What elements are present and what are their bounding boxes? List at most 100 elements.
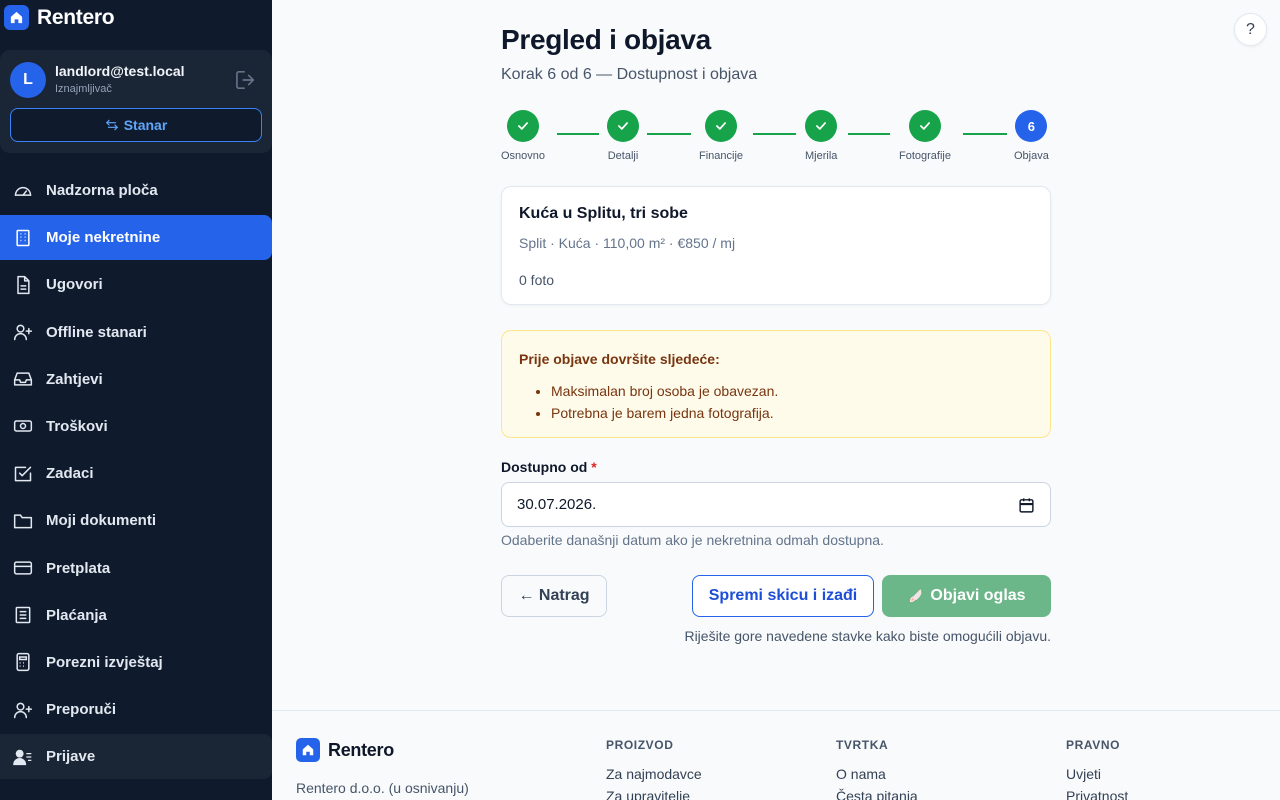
user-role: Iznajmljivač: [55, 83, 112, 95]
user-email: landlord@test.local: [55, 63, 185, 79]
home-icon: [4, 5, 29, 30]
wizard-stepper: Osnovno Detalji Financije Mjerila Fotogr…: [501, 110, 1051, 166]
sidebar-item-contracts[interactable]: Ugovori: [0, 262, 272, 307]
sidebar-item-label: Ugovori: [46, 276, 103, 294]
warning-title: Prije objave dovršite sljedeće:: [519, 351, 720, 367]
dashboard-icon: [14, 186, 32, 196]
page-title: Pregled i objava: [501, 24, 711, 55]
step-label: Fotografije: [899, 150, 951, 162]
sidebar-item-applications[interactable]: Prijave: [0, 734, 272, 780]
sidebar-item-dashboard[interactable]: Nadzorna ploča: [0, 168, 272, 213]
sidebar-item-offline-tenants[interactable]: Offline stanari: [0, 310, 272, 355]
calendar-icon[interactable]: [1018, 497, 1035, 519]
sidebar-item-label: Zahtjevi: [46, 370, 103, 388]
step-label: Objava: [1014, 150, 1049, 162]
footer-link[interactable]: Uvjeti: [1066, 766, 1128, 782]
warning-item: Potrebna je barem jedna fotografija.: [551, 402, 778, 424]
folder-icon: [13, 514, 33, 529]
sidebar-item-tax-report[interactable]: Porezni izvještaj: [0, 640, 272, 685]
footer-column-title: PROIZVOD: [606, 738, 674, 752]
sidebar-item-expenses[interactable]: Troškovi: [0, 404, 272, 449]
listing-title: Kuća u Splitu, tri sobe: [519, 205, 688, 222]
switch-role-label: Stanar: [123, 117, 168, 133]
footer-column-title: PRAVNO: [1066, 738, 1121, 752]
footer: Rentero Rentero d.o.o. (u osnivanju) PRO…: [272, 710, 1280, 800]
available-from-label-text: Dostupno od: [501, 459, 588, 475]
back-button[interactable]: ← Natrag: [501, 575, 607, 617]
sidebar-item-documents[interactable]: Moji dokumenti: [0, 498, 272, 543]
publish-button-label: Objavi oglas: [930, 587, 1026, 604]
check-icon: [705, 110, 738, 142]
sidebar-item-label: Porezni izvještaj: [46, 653, 163, 671]
sidebar-item-requests[interactable]: Zahtjevi: [0, 357, 272, 402]
footer-column-product: PROIZVOD Za najmodavce Za upravitelje: [606, 738, 702, 800]
step-connector: [963, 133, 1007, 135]
footer-link[interactable]: Česta pitanja: [836, 788, 918, 800]
step-details[interactable]: Detalji: [607, 110, 639, 162]
switch-role-button[interactable]: Stanar: [10, 108, 262, 142]
step-measures[interactable]: Mjerila: [805, 110, 837, 162]
warning-list: Maksimalan broj osoba je obavezan. Potre…: [551, 380, 778, 424]
sidebar: Rentero L landlord@test.local Iznajmljiv…: [0, 0, 272, 800]
save-draft-button[interactable]: Spremi skicu i izađi: [692, 575, 874, 617]
step-label: Detalji: [607, 150, 639, 162]
step-connector: [753, 133, 796, 135]
required-mark: *: [591, 459, 597, 475]
publish-hint: Riješite gore navedene stavke kako biste…: [684, 628, 1051, 644]
swap-icon: [105, 119, 118, 131]
check-icon: [607, 110, 639, 142]
sidebar-item-label: Prijave: [46, 748, 96, 766]
available-from-label: Dostupno od *: [501, 459, 597, 475]
sidebar-item-subscription[interactable]: Pretplata: [0, 546, 272, 591]
check-icon: [908, 110, 941, 142]
step-label: Financije: [699, 150, 744, 162]
sidebar-item-label: Moji dokumenti: [46, 512, 156, 530]
publish-warning: Prije objave dovršite sljedeće: Maksimal…: [501, 330, 1051, 438]
sidebar-item-tasks[interactable]: Zadaci: [0, 451, 272, 496]
step-publish[interactable]: 6 Objava: [1014, 110, 1049, 162]
publish-button[interactable]: Objavi oglas: [882, 575, 1051, 617]
footer-link[interactable]: Za najmodavce: [606, 766, 702, 782]
footer-brand[interactable]: Rentero: [296, 738, 394, 762]
sidebar-item-label: Offline stanari: [46, 323, 147, 341]
sidebar-item-label: Preporuči: [46, 701, 117, 719]
footer-link[interactable]: O nama: [836, 766, 918, 782]
listing-meta: Split · Kuća · 110,00 m² · €850 / mj: [519, 235, 736, 251]
check-icon: [805, 110, 838, 142]
sidebar-item-payments[interactable]: Plaćanja: [0, 593, 272, 638]
footer-column-legal: PRAVNO Uvjeti Privatnost: [1066, 738, 1128, 800]
warning-item: Maksimalan broj osoba je obavezan.: [551, 380, 778, 402]
brand-name: Rentero: [37, 5, 115, 29]
footer-column-company: TVRTKA O nama Česta pitanja: [836, 738, 918, 800]
brand[interactable]: Rentero: [4, 5, 115, 30]
footer-company: Rentero d.o.o. (u osnivanju): [296, 780, 469, 796]
footer-link[interactable]: Privatnost: [1066, 788, 1128, 800]
available-from-hint: Odaberite današnji datum ako je nekretni…: [501, 532, 884, 548]
step-finances[interactable]: Financije: [699, 110, 743, 162]
banknote-icon: [13, 420, 33, 433]
sidebar-item-label: Moje nekretnine: [46, 229, 161, 247]
step-photos[interactable]: Fotografije: [899, 110, 951, 162]
logout-icon[interactable]: [235, 70, 257, 90]
user-plus-icon: [13, 324, 33, 341]
avatar: L: [10, 62, 46, 98]
step-connector: [848, 133, 890, 135]
check-icon: [507, 110, 540, 142]
sidebar-nav: Nadzorna ploča Moje nekretnine Ugovori O…: [0, 168, 272, 781]
sidebar-item-referral[interactable]: Preporuči: [0, 687, 272, 732]
available-from-input[interactable]: 30.07.2026.: [501, 482, 1051, 527]
footer-link[interactable]: Za upravitelje: [606, 788, 702, 800]
receipt-icon: [15, 606, 31, 624]
sidebar-item-label: Pretplata: [46, 559, 111, 577]
checkbox-icon: [14, 466, 32, 482]
building-icon: [16, 229, 30, 246]
page-subtitle: Korak 6 od 6 — Dostupnost i objava: [501, 66, 758, 83]
listing-summary-card: Kuća u Splitu, tri sobe Split · Kuća · 1…: [501, 186, 1051, 305]
step-connector: [557, 133, 599, 135]
sidebar-item-label: Zadaci: [46, 465, 94, 483]
calculator-icon: [16, 653, 30, 672]
sidebar-item-label: Nadzorna ploča: [46, 182, 158, 199]
sidebar-item-properties[interactable]: Moje nekretnine: [0, 215, 272, 261]
help-button[interactable]: ?: [1234, 13, 1267, 46]
step-basics[interactable]: Osnovno: [501, 110, 545, 162]
